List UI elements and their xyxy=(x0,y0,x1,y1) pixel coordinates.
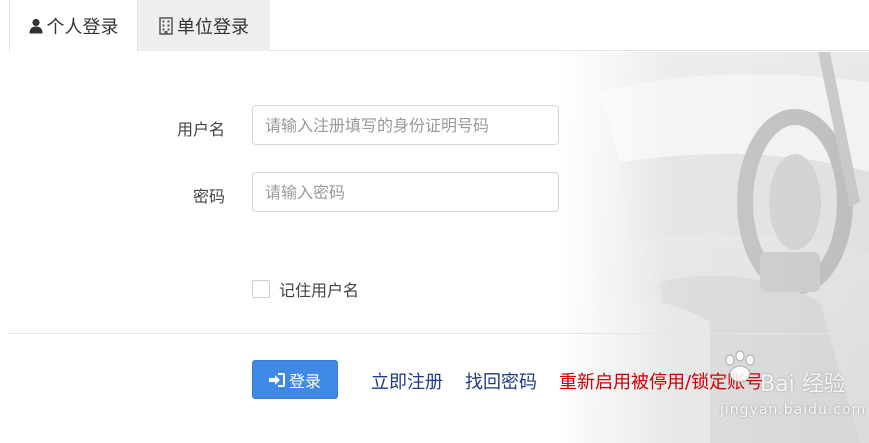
username-input[interactable] xyxy=(252,105,559,145)
register-link[interactable]: 立即注册 xyxy=(371,368,443,394)
tab-unit-label: 单位登录 xyxy=(177,16,249,38)
password-label: 密码 xyxy=(192,187,225,206)
remember-label: 记住用户名 xyxy=(279,281,360,300)
tab-personal-login[interactable]: 个人登录 xyxy=(9,0,138,52)
password-input[interactable] xyxy=(252,172,559,212)
tab-unit-login[interactable]: 单位登录 xyxy=(138,0,270,51)
login-tab-bar: 个人登录 单位登录 xyxy=(9,0,869,52)
building-icon xyxy=(159,16,173,35)
sign-in-icon xyxy=(268,372,285,387)
login-button-label: 登录 xyxy=(288,371,321,391)
remember-checkbox[interactable] xyxy=(252,280,270,298)
divider xyxy=(9,333,869,334)
recover-password-link[interactable]: 找回密码 xyxy=(465,368,537,394)
reactivate-account-link[interactable]: 重新启用被停用/锁定账号 xyxy=(559,368,763,394)
remember-username[interactable]: 记住用户名 xyxy=(252,277,359,301)
username-label: 用户名 xyxy=(176,120,225,139)
user-icon xyxy=(29,18,43,34)
tab-personal-label: 个人登录 xyxy=(46,17,119,38)
login-button[interactable]: 登录 xyxy=(252,360,338,399)
